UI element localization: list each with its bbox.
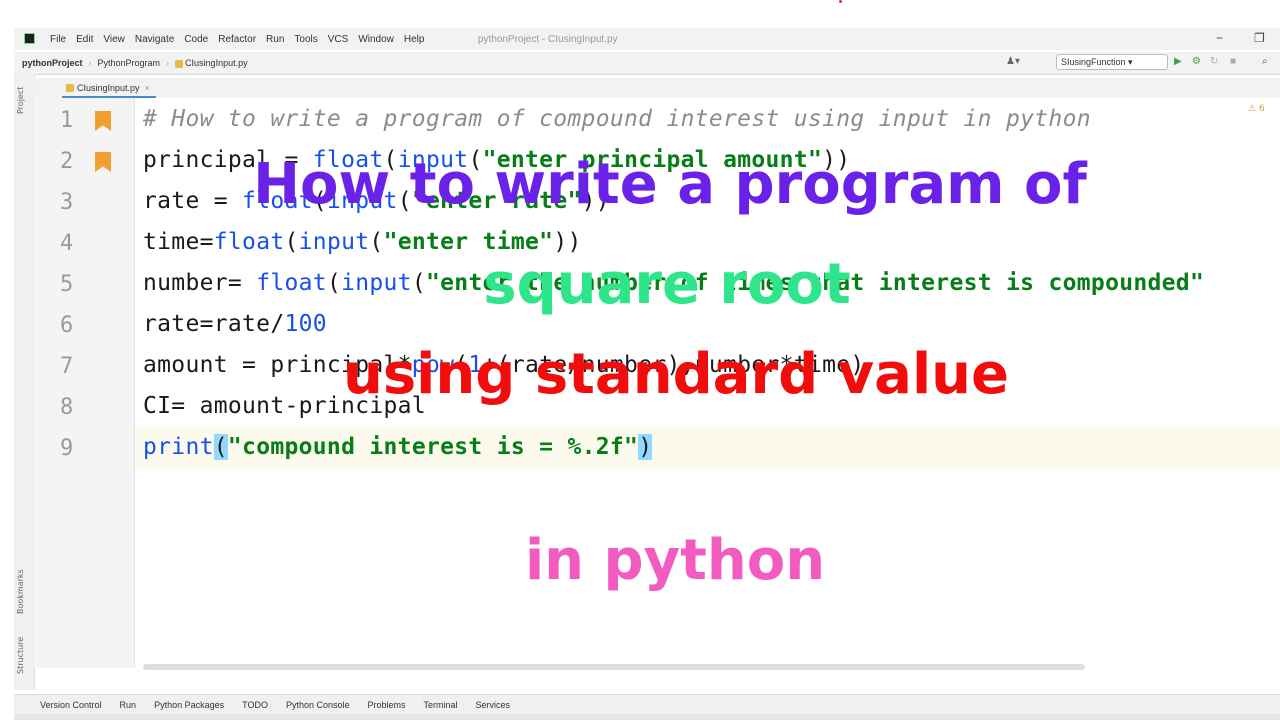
- tool-version-control[interactable]: Version Control: [40, 700, 102, 710]
- overlay-title-line-1: How to write a program of: [253, 152, 1087, 217]
- code-comment: # How to write a program of compound int…: [143, 106, 1091, 132]
- coverage-icon[interactable]: ↻: [1210, 56, 1218, 67]
- code-text[interactable]: # How to write a program of compound int…: [143, 106, 1091, 132]
- menu-tools[interactable]: Tools: [294, 34, 317, 45]
- restore-icon[interactable]: ❐: [1254, 31, 1265, 45]
- breadcrumb-file[interactable]: CIusingInput.py: [175, 58, 248, 68]
- tool-run[interactable]: Run: [120, 700, 137, 710]
- debug-icon[interactable]: ⚙: [1192, 56, 1201, 67]
- horizontal-scrollbar[interactable]: [143, 664, 1085, 670]
- menu-run[interactable]: Run: [266, 34, 284, 45]
- bookmark-icon[interactable]: [95, 111, 111, 131]
- close-tab-icon[interactable]: ×: [145, 83, 150, 93]
- main-menu: File Edit View Navigate Code Refactor Ru…: [50, 28, 424, 50]
- overlay-title-line-4: in python: [524, 528, 826, 593]
- breadcrumb-folder[interactable]: PythonProgram: [98, 58, 161, 68]
- code-line: 1 # How to write a program of compound i…: [0, 100, 1280, 141]
- editor-tab-bar: CIusingInput.py ×: [34, 78, 1280, 98]
- line-number: 1: [60, 108, 74, 133]
- breadcrumb-separator: ›: [166, 58, 170, 68]
- python-file-icon: [175, 59, 184, 68]
- tool-services[interactable]: Services: [476, 700, 511, 710]
- breadcrumb-file-label: CIusingInput.py: [185, 58, 248, 68]
- menu-file[interactable]: File: [50, 34, 66, 45]
- run-config-label: SIusingFunction: [1061, 57, 1126, 67]
- code-line: 9 print("compound interest is = %.2f"): [0, 428, 1280, 469]
- tool-python-console[interactable]: Python Console: [286, 700, 350, 710]
- pycharm-logo-icon: [24, 33, 35, 44]
- menu-code[interactable]: Code: [184, 34, 208, 45]
- menu-edit[interactable]: Edit: [76, 34, 93, 45]
- overlay-title-line-3: using standard value: [342, 342, 1009, 407]
- tab-label: CIusingInput.py: [77, 83, 140, 93]
- breadcrumb: pythonProject › PythonProgram › CIusingI…: [22, 58, 248, 68]
- breadcrumb-project[interactable]: pythonProject: [22, 58, 83, 68]
- tool-python-packages[interactable]: Python Packages: [154, 700, 224, 710]
- code-text[interactable]: print("compound interest is = %.2f"): [143, 434, 653, 460]
- editor-tab[interactable]: CIusingInput.py ×: [62, 80, 156, 98]
- overlay-title-line-2: square root: [483, 252, 851, 317]
- bookmarks-tool-label[interactable]: Bookmarks: [16, 569, 25, 614]
- menu-view[interactable]: View: [103, 34, 125, 45]
- run-icon[interactable]: ▶: [1174, 56, 1182, 67]
- stop-icon[interactable]: ■: [1230, 56, 1236, 67]
- record-dot: [839, 0, 842, 3]
- minimize-icon[interactable]: −: [1216, 31, 1223, 45]
- navigation-bar: pythonProject › PythonProgram › CIusingI…: [14, 52, 1280, 75]
- status-bar: [14, 714, 1280, 720]
- top-strip: [0, 0, 1280, 28]
- code-paren: (: [213, 434, 228, 460]
- python-file-icon: [66, 84, 74, 92]
- menu-vcs[interactable]: VCS: [328, 34, 349, 45]
- breadcrumb-separator: ›: [88, 58, 92, 68]
- menu-navigate[interactable]: Navigate: [135, 34, 174, 45]
- menu-refactor[interactable]: Refactor: [218, 34, 256, 45]
- structure-tool-label[interactable]: Structure: [16, 637, 25, 674]
- tool-problems[interactable]: Problems: [368, 700, 406, 710]
- search-icon[interactable]: ⌕: [1262, 56, 1268, 67]
- user-icon[interactable]: ♟▾: [1006, 56, 1020, 67]
- tool-todo[interactable]: TODO: [242, 700, 268, 710]
- window-title: pythonProject - CIusingInput.py: [478, 34, 618, 45]
- menu-help[interactable]: Help: [404, 34, 425, 45]
- code-string: "compound interest is = %.2f": [227, 434, 639, 460]
- tool-window-bar: Version Control Run Python Packages TODO…: [14, 694, 1280, 714]
- tool-terminal[interactable]: Terminal: [424, 700, 458, 710]
- code-paren: ): [638, 434, 653, 460]
- menu-window[interactable]: Window: [358, 34, 394, 45]
- line-number: 9: [60, 436, 74, 461]
- menu-bar: File Edit View Navigate Code Refactor Ru…: [14, 28, 1280, 50]
- code-builtin: print: [143, 434, 214, 460]
- run-configuration-select[interactable]: SIusingFunction ▾: [1056, 54, 1168, 70]
